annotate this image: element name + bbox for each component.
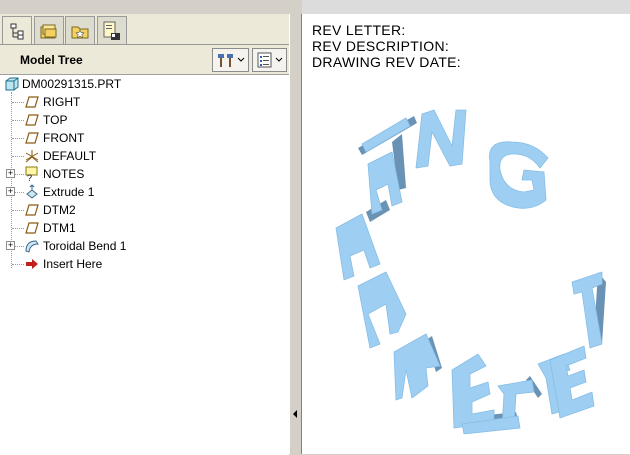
tree-item-label: RIGHT [43, 95, 81, 109]
bent-text-letters [335, 109, 603, 435]
model-tree-tab-icon [10, 23, 24, 39]
expand-toggle[interactable]: + [6, 187, 15, 196]
collapse-arrow-icon[interactable] [293, 410, 297, 418]
tree-item-label: TOP [43, 113, 68, 127]
window-top-strip [0, 0, 630, 15]
tree-item-extrude-1[interactable]: + Extrude 1 [0, 183, 289, 201]
chevron-down-icon [275, 57, 282, 62]
tree-item-dtm1[interactable]: DTM1 [0, 219, 289, 237]
tree-root[interactable]: DM00291315.PRT [0, 75, 289, 93]
layers-tab[interactable] [34, 16, 64, 44]
graphics-top-strip [302, 0, 630, 15]
toroidal-bend-icon [24, 238, 40, 254]
datum-plane-icon [24, 130, 40, 146]
extrude-icon [24, 184, 40, 200]
navigator-panel: Model Tree DM00291315.PRT RIGHT TOP FRON… [0, 14, 290, 455]
model-tree-tab[interactable] [2, 16, 32, 46]
tree-item-label: DEFAULT [43, 149, 97, 163]
datum-plane-icon [24, 202, 40, 218]
tree-item-toroidal-bend-1[interactable]: + Toroidal Bend 1 [0, 237, 289, 255]
feature-list-tab[interactable] [97, 16, 127, 44]
datum-plane-icon [24, 220, 40, 236]
tree-item-label: Toroidal Bend 1 [43, 239, 127, 253]
expand-toggle[interactable]: + [6, 169, 15, 178]
tree-root-label: DM00291315.PRT [22, 77, 122, 91]
model-tree-header: Model Tree [0, 44, 289, 75]
chevron-down-icon [237, 57, 244, 62]
tree-item-label: DTM1 [43, 221, 76, 235]
graphics-window[interactable]: REV LETTER: REV DESCRIPTION: DRAWING REV… [302, 14, 630, 454]
tree-item-label: FRONT [43, 131, 85, 145]
favorites-tab[interactable] [65, 16, 95, 44]
expand-toggle[interactable]: + [6, 241, 15, 250]
panel-splitter[interactable] [289, 14, 302, 454]
model-tree: DM00291315.PRT RIGHT TOP FRONT DEFAULT +… [0, 74, 289, 455]
datum-plane-icon [24, 94, 40, 110]
model-tree-title: Model Tree [20, 53, 83, 67]
coordinate-system-icon [24, 148, 40, 164]
show-dropdown-button[interactable] [252, 48, 287, 72]
notes-icon: ? [24, 166, 40, 182]
history-icon [103, 21, 120, 40]
tree-item-label: DTM2 [43, 203, 76, 217]
datum-plane-icon [24, 112, 40, 128]
tree-item-notes[interactable]: + ? NOTES [0, 165, 289, 183]
folder-browser-icon [40, 24, 57, 38]
svg-text:?: ? [27, 173, 32, 182]
tree-item-top[interactable]: TOP [0, 111, 289, 129]
tree-item-dtm2[interactable]: DTM2 [0, 201, 289, 219]
tree-item-label: Extrude 1 [43, 185, 95, 199]
hammer-tools-icon [217, 54, 233, 67]
tree-item-label: Insert Here [43, 257, 103, 271]
navigator-tabs [0, 16, 289, 46]
part-icon [4, 76, 20, 92]
tree-item-insert-here[interactable]: Insert Here [0, 255, 289, 273]
favorites-folder-icon [71, 26, 89, 38]
toroidal-text-model[interactable] [302, 14, 630, 454]
tree-item-front[interactable]: FRONT [0, 129, 289, 147]
settings-dropdown-button[interactable] [212, 48, 249, 72]
tree-item-default[interactable]: DEFAULT [0, 147, 289, 165]
insert-arrow-icon [24, 256, 40, 272]
tree-item-right[interactable]: RIGHT [0, 93, 289, 111]
tree-item-label: NOTES [43, 167, 85, 181]
list-view-icon [257, 52, 271, 68]
